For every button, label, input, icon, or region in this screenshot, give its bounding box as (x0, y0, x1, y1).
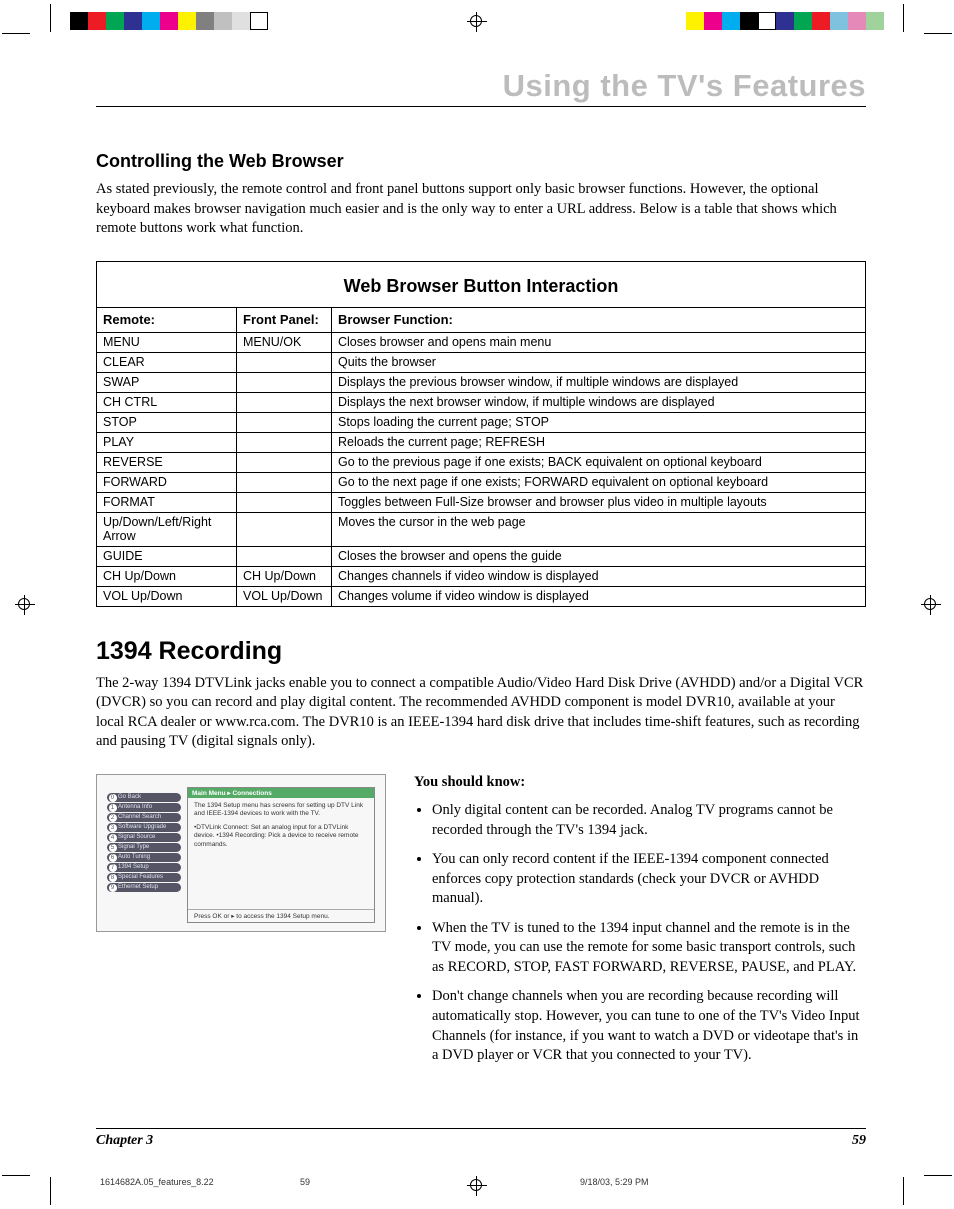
crop-mark (50, 1177, 51, 1205)
table-title: Web Browser Button Interaction (97, 261, 866, 307)
table-row: PLAYReloads the current page; REFRESH (97, 432, 866, 452)
table-row: VOL Up/DownVOL Up/DownChanges volume if … (97, 586, 866, 606)
menu-item: 6Auto Tuning (107, 853, 181, 862)
menu-hint: Press OK or ▸ to access the 1394 Setup m… (188, 909, 374, 922)
crop-mark (903, 1177, 904, 1205)
menu-item: 0Go Back (107, 793, 181, 802)
registration-mark-icon (470, 15, 482, 27)
crop-mark (50, 4, 51, 32)
section-heading: 1394 Recording (96, 637, 866, 666)
menu-item: 4Signal Source (107, 833, 181, 842)
menu-item: 71394 Setup (107, 863, 181, 872)
table-row: STOPStops loading the current page; STOP (97, 412, 866, 432)
menu-screenshot: 0Go Back1Antenna Info2Channel Search3Sof… (96, 774, 386, 932)
menu-item: 1Antenna Info (107, 803, 181, 812)
page-number: 59 (852, 1133, 866, 1149)
crop-mark (903, 4, 904, 32)
table-row: MENUMENU/OKCloses browser and opens main… (97, 332, 866, 352)
menu-item: 2Channel Search (107, 813, 181, 822)
color-swatches-right (686, 12, 884, 30)
menu-list: 0Go Back1Antenna Info2Channel Search3Sof… (107, 787, 181, 923)
table-row: CH CTRLDisplays the next browser window,… (97, 392, 866, 412)
crop-mark (924, 1175, 952, 1176)
menu-item: 3Software Upgrade (107, 823, 181, 832)
know-list: Only digital content can be recorded. An… (414, 801, 866, 1066)
chapter-heading: Using the TV's Features (96, 68, 866, 107)
print-meta: 1614682A.05_features_8.22 59 9/18/03, 5:… (100, 1177, 860, 1187)
page-content: Using the TV's Features Controlling the … (96, 68, 866, 1076)
list-item: You can only record content if the IEEE-… (432, 850, 866, 909)
list-item: When the TV is tuned to the 1394 input c… (432, 919, 866, 978)
table-row: REVERSEGo to the previous page if one ex… (97, 452, 866, 472)
registration-mark-icon (924, 598, 936, 610)
table-row: FORMATToggles between Full-Size browser … (97, 492, 866, 512)
list-item: Only digital content can be recorded. An… (432, 801, 866, 840)
color-swatches-left (70, 12, 268, 30)
page-footer: Chapter 3 59 (96, 1128, 866, 1149)
table-header: Remote: (97, 307, 237, 332)
subheading: You should know: (414, 774, 866, 791)
crop-mark (2, 33, 30, 34)
menu-item: 9Ethernet Setup (107, 883, 181, 892)
table-header: Browser Function: (332, 307, 866, 332)
registration-mark-icon (18, 598, 30, 610)
menu-item: 8Special Features (107, 873, 181, 882)
table-header: Front Panel: (237, 307, 332, 332)
browser-button-table: Web Browser Button Interaction Remote: F… (96, 261, 866, 607)
table-row: Up/Down/Left/Right ArrowMoves the cursor… (97, 512, 866, 546)
table-row: GUIDECloses the browser and opens the gu… (97, 546, 866, 566)
table-row: CH Up/DownCH Up/DownChanges channels if … (97, 566, 866, 586)
menu-description: The 1394 Setup menu has screens for sett… (188, 798, 374, 909)
crop-mark (2, 1175, 30, 1176)
list-item: Don't change channels when you are recor… (432, 987, 866, 1065)
table-row: FORWARDGo to the next page if one exists… (97, 472, 866, 492)
you-should-know: You should know: Only digital content ca… (414, 774, 866, 1076)
menu-item: 5Signal Type (107, 843, 181, 852)
body-text: The 2-way 1394 DTVLink jacks enable you … (96, 674, 866, 752)
crop-mark (924, 33, 952, 34)
table-row: SWAPDisplays the previous browser window… (97, 372, 866, 392)
body-text: As stated previously, the remote control… (96, 180, 866, 239)
breadcrumb: Main Menu ▸ Connections (188, 788, 374, 798)
table-row: CLEARQuits the browser (97, 352, 866, 372)
chapter-label: Chapter 3 (96, 1133, 153, 1149)
section-heading: Controlling the Web Browser (96, 151, 866, 172)
